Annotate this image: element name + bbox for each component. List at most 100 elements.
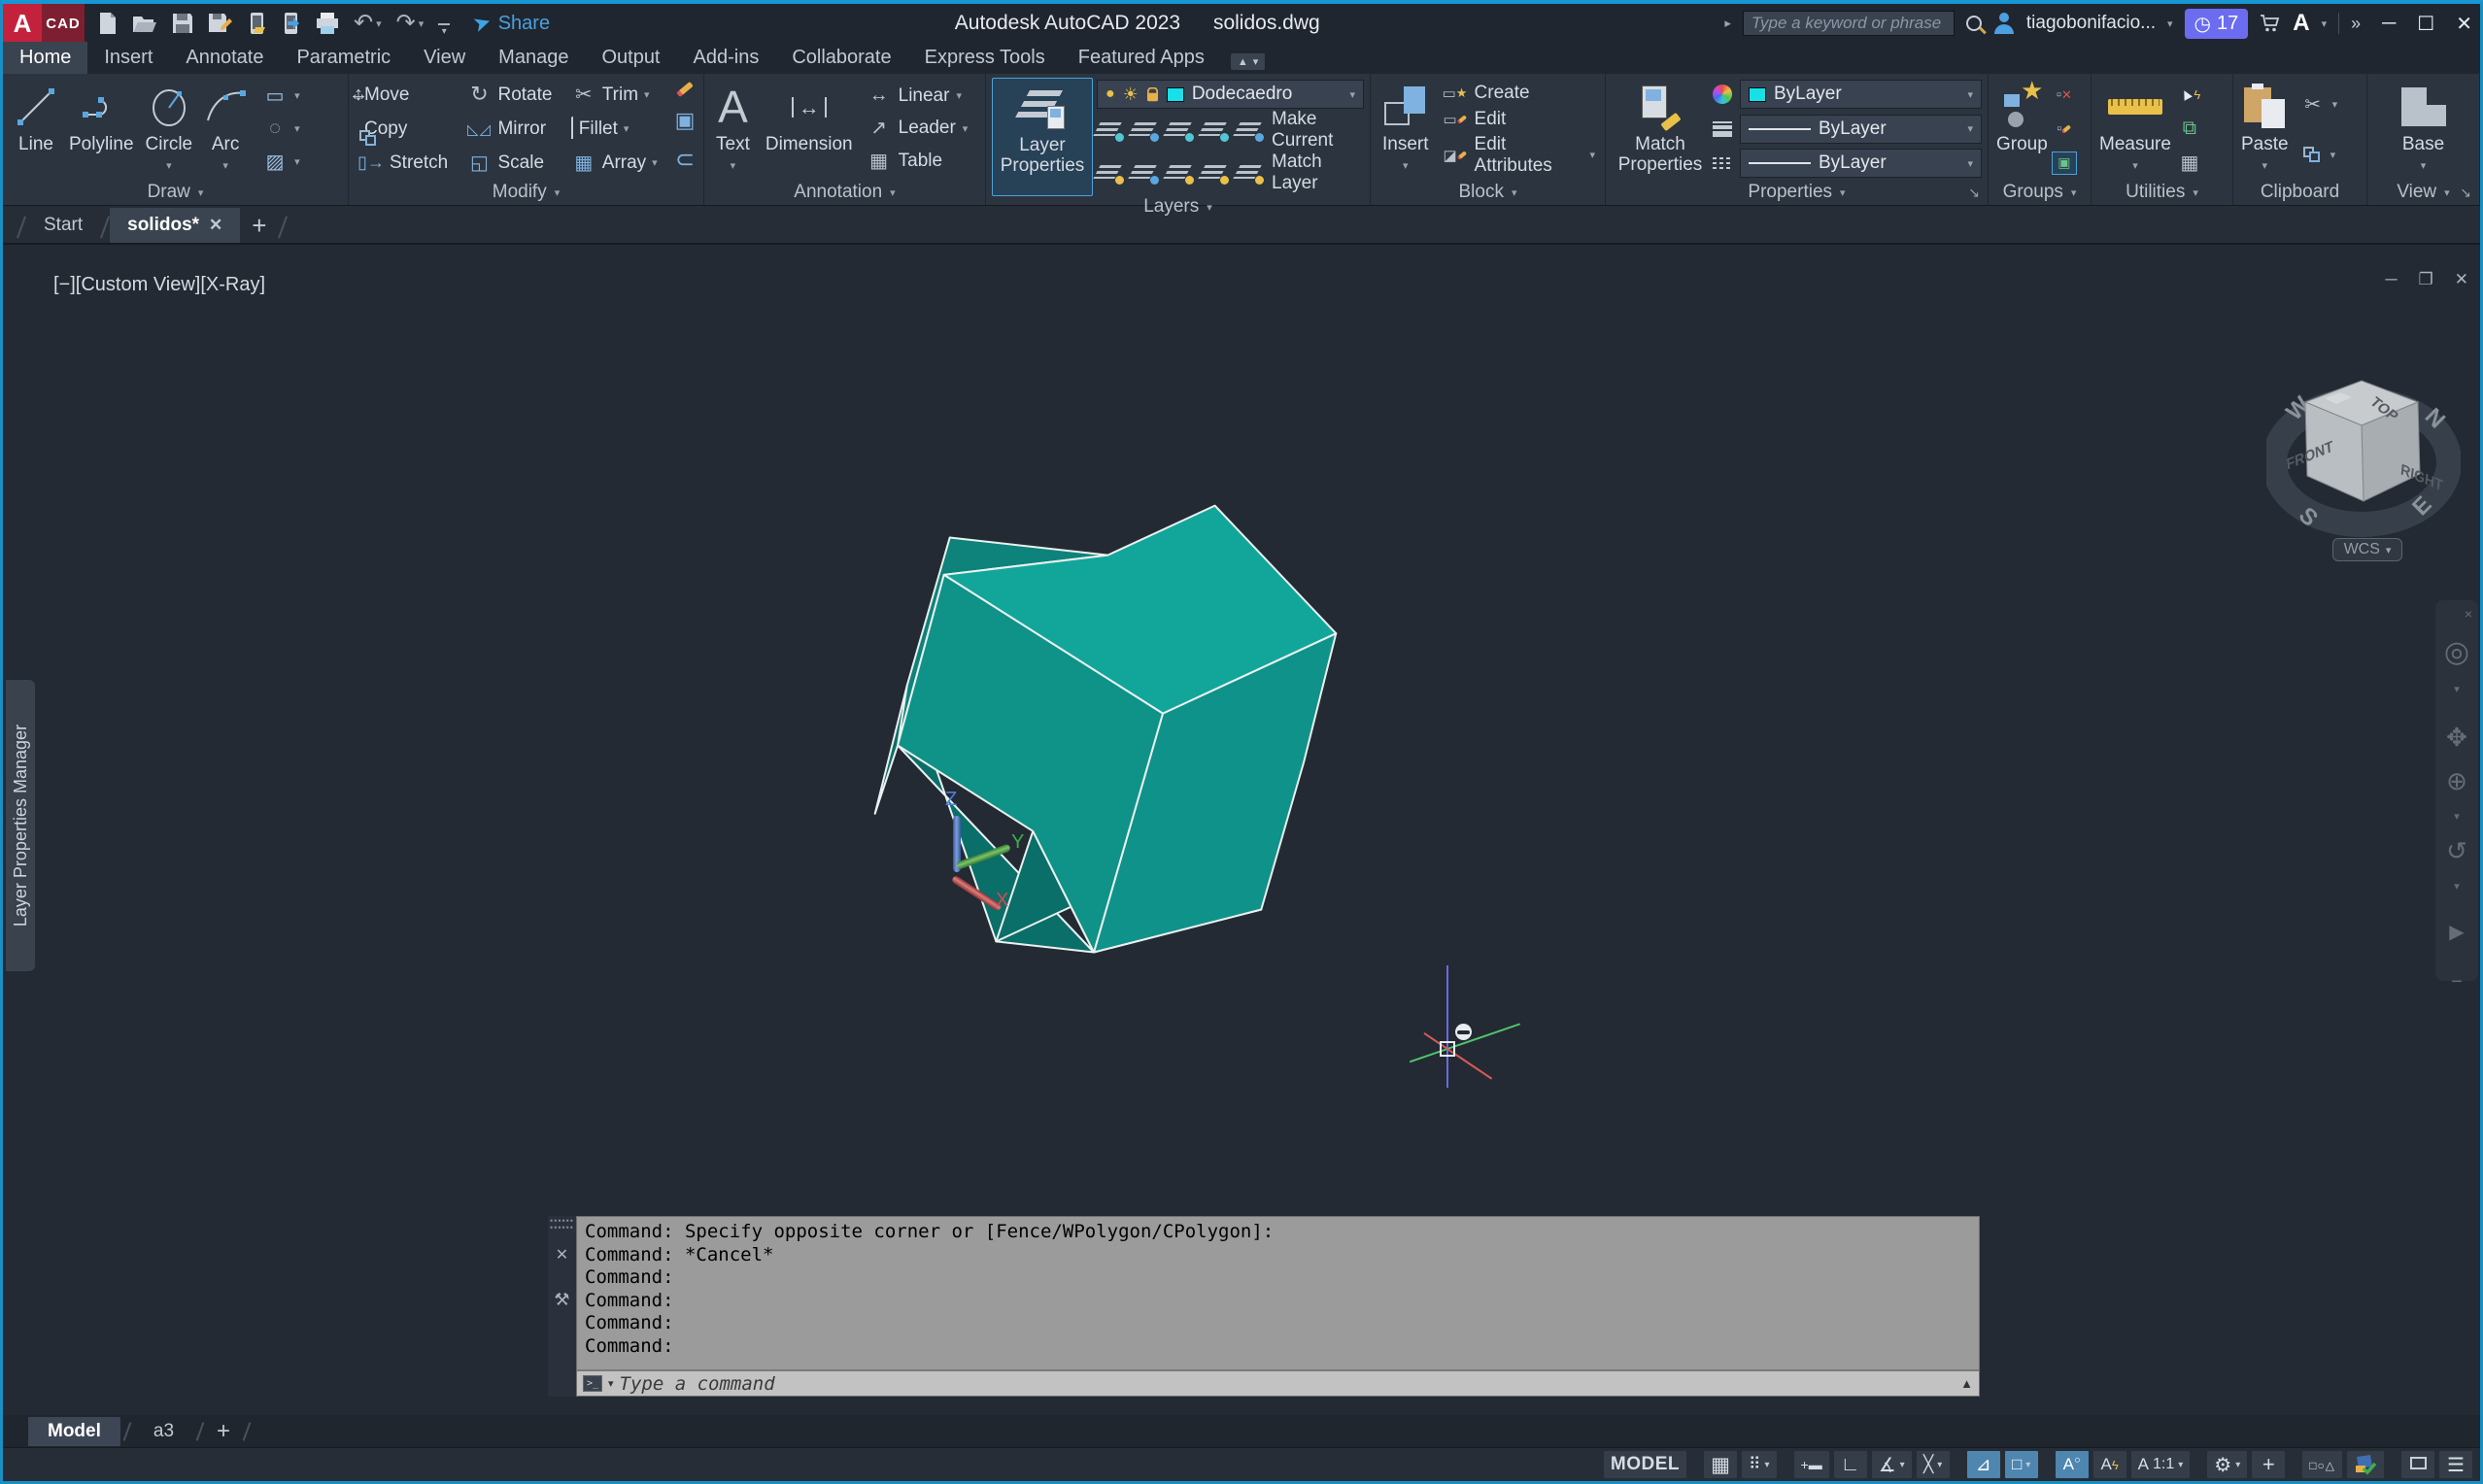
rectangle-button[interactable]: ▭▾ bbox=[258, 84, 304, 109]
tab-insert[interactable]: Insert bbox=[87, 42, 169, 74]
layout-tab-a3[interactable]: a3 bbox=[134, 1417, 193, 1446]
annotation-monitor-icon[interactable]: + bbox=[2252, 1451, 2285, 1478]
autodesk-app-caret-icon[interactable]: ▾ bbox=[2322, 17, 2328, 30]
text-button[interactable]: A Text ▾ bbox=[710, 78, 756, 180]
new-layout-button[interactable]: + bbox=[207, 1418, 240, 1445]
arc-button[interactable]: Arc▾ bbox=[198, 78, 253, 180]
file-tab-solidos[interactable]: solidos*✕ bbox=[110, 208, 240, 243]
ellipse-button[interactable]: ◌▾ bbox=[258, 116, 304, 141]
layer-select[interactable]: ● ☀ Dodecaedro ▾ bbox=[1097, 80, 1364, 109]
erase-icon[interactable] bbox=[676, 81, 694, 96]
panel-title-draw[interactable]: Draw▾ bbox=[3, 180, 348, 205]
navbar-close-icon[interactable]: × bbox=[2465, 606, 2472, 622]
drawing-area[interactable]: [−][Custom View][X-Ray] ─ ❐ ✕ Layer Prop… bbox=[3, 245, 2480, 1415]
tab-collaborate[interactable]: Collaborate bbox=[775, 42, 907, 74]
search-collapse-icon[interactable]: ▸ bbox=[1724, 16, 1731, 31]
copy-button[interactable]: Copy bbox=[355, 115, 459, 144]
layer-properties-manager-tab[interactable]: Layer Properties Manager bbox=[6, 680, 35, 971]
trim-button[interactable]: ✂Trim▾ bbox=[567, 81, 668, 110]
command-wrench-icon[interactable]: ⚒ bbox=[554, 1290, 569, 1310]
maximize-button[interactable]: ☐ bbox=[2417, 12, 2434, 36]
annotation-scale-button[interactable]: A1:1▾ bbox=[2131, 1451, 2191, 1478]
pan-icon[interactable]: ✥ bbox=[2446, 723, 2467, 753]
command-history[interactable]: Command: Specify opposite corner or [Fen… bbox=[577, 1217, 1979, 1369]
viewport-close-button[interactable]: ✕ bbox=[2455, 270, 2468, 289]
graphics-performance-icon[interactable] bbox=[2347, 1451, 2384, 1478]
view-dialog-launcher-icon[interactable]: ↘ bbox=[2460, 185, 2471, 201]
layer-vp-freeze-icon[interactable] bbox=[1167, 163, 1192, 183]
trial-countdown-badge[interactable]: ◷ 17 bbox=[2185, 9, 2249, 39]
fillet-button[interactable]: Fillet▾ bbox=[567, 115, 668, 144]
osnap-icon[interactable]: □▾ bbox=[2005, 1451, 2038, 1478]
isodraft-icon[interactable]: ╳▾ bbox=[1917, 1451, 1950, 1478]
user-name[interactable]: tiagobonifacio... bbox=[2026, 13, 2156, 34]
panel-title-layers[interactable]: Layers▾ bbox=[986, 196, 1370, 218]
redo-button[interactable]: ↷▾ bbox=[396, 12, 425, 35]
layer-isolate-icon[interactable] bbox=[1132, 120, 1157, 140]
tab-home[interactable]: Home bbox=[3, 42, 87, 74]
explode-icon[interactable]: ▣ bbox=[672, 109, 697, 132]
select-similar-icon[interactable]: ⧉ bbox=[2177, 118, 2202, 141]
edit-attributes-button[interactable]: ◪Edit Attributes▾ bbox=[1439, 133, 1599, 178]
snap-mode-icon[interactable]: ⠿▾ bbox=[1742, 1451, 1776, 1478]
create-button[interactable]: ▭★Create bbox=[1439, 81, 1599, 106]
insert-button[interactable]: Insert ▾ bbox=[1377, 78, 1435, 180]
table-button[interactable]: ▦Table bbox=[863, 149, 979, 175]
search-icon[interactable] bbox=[1966, 16, 1982, 31]
polar-tracking-icon[interactable]: ∡▾ bbox=[1872, 1451, 1912, 1478]
clean-screen-icon[interactable] bbox=[2401, 1451, 2434, 1478]
linetype-select[interactable]: ByLayer ▾ bbox=[1740, 149, 1982, 178]
save-to-mobile-button[interactable] bbox=[282, 12, 301, 35]
ungroup-icon[interactable]: ▫✕ bbox=[2052, 84, 2077, 107]
panel-title-modify[interactable]: Modify▾ bbox=[349, 180, 703, 205]
command-input[interactable] bbox=[620, 1373, 1956, 1395]
layer-on-icon[interactable] bbox=[1097, 163, 1122, 183]
command-recent-caret-icon[interactable]: ▾ bbox=[608, 1377, 614, 1390]
edit-button[interactable]: ▭Edit bbox=[1439, 107, 1599, 132]
dimension-button[interactable]: ↔ Dimension bbox=[760, 78, 859, 180]
circle-button[interactable]: Circle▾ bbox=[140, 78, 199, 180]
scale-button[interactable]: ◱Scale bbox=[462, 149, 562, 178]
group-edit-icon[interactable]: ▫ bbox=[2052, 118, 2077, 141]
autodesk-app-icon[interactable]: A bbox=[2293, 10, 2309, 37]
grid-icon[interactable]: ▦ bbox=[1704, 1451, 1737, 1478]
properties-dialog-launcher-icon[interactable]: ↘ bbox=[1968, 185, 1980, 201]
group-button[interactable]: ★ Group bbox=[1994, 78, 2050, 180]
layer-freeze-icon[interactable] bbox=[1167, 120, 1192, 140]
new-file-button[interactable] bbox=[98, 12, 118, 35]
paste-button[interactable]: Paste ▾ bbox=[2239, 78, 2291, 180]
annotation-visibility-icon[interactable]: A○ bbox=[2056, 1451, 2089, 1478]
dynamic-input-icon[interactable]: +▬ bbox=[1794, 1451, 1829, 1478]
panel-title-properties[interactable]: Properties▾ ↘ bbox=[1606, 180, 1988, 205]
layer-lock-icon[interactable] bbox=[1202, 120, 1227, 140]
hatch-button[interactable]: ▨▾ bbox=[258, 149, 304, 174]
tab-output[interactable]: Output bbox=[585, 42, 676, 74]
save-as-button[interactable] bbox=[208, 13, 233, 34]
file-tab-close-icon[interactable]: ✕ bbox=[209, 216, 222, 235]
layer-unlock-icon[interactable] bbox=[1202, 163, 1227, 183]
model-space-button[interactable]: MODEL bbox=[1604, 1451, 1686, 1478]
customization-icon[interactable]: ☰ bbox=[2439, 1451, 2472, 1478]
tab-add-ins[interactable]: Add-ins bbox=[677, 42, 776, 74]
search-input[interactable] bbox=[1743, 11, 1955, 36]
open-file-button[interactable] bbox=[132, 13, 157, 34]
tab-express-tools[interactable]: Express Tools bbox=[908, 42, 1062, 74]
stretch-button[interactable]: ▯→Stretch bbox=[355, 149, 459, 178]
share-button[interactable]: ➤ Share bbox=[473, 11, 550, 36]
tab-view[interactable]: View bbox=[407, 42, 482, 74]
command-expand-icon[interactable]: ▲ bbox=[1960, 1376, 1973, 1391]
open-from-mobile-button[interactable] bbox=[248, 12, 267, 35]
orbit-caret-icon[interactable]: ▾ bbox=[2454, 880, 2460, 893]
panel-title-block[interactable]: Block▾ bbox=[1371, 180, 1605, 205]
navbar-collapse-icon[interactable]: − bbox=[2451, 971, 2463, 994]
line-button[interactable]: Line▾ bbox=[9, 78, 63, 180]
plot-button[interactable] bbox=[316, 13, 339, 35]
showmotion-icon[interactable]: ▶ bbox=[2449, 920, 2464, 944]
object-color-select[interactable]: ByLayer ▾ bbox=[1740, 80, 1982, 109]
polyline-button[interactable]: Polyline▾ bbox=[63, 78, 140, 180]
base-button[interactable]: Base ▾ bbox=[2396, 78, 2452, 180]
undo-button[interactable]: ↶▾ bbox=[354, 12, 382, 35]
layer-off-icon[interactable] bbox=[1097, 120, 1122, 140]
viewport-minimize-button[interactable]: ─ bbox=[2385, 270, 2397, 289]
mirror-button[interactable]: ◺◿Mirror bbox=[462, 115, 562, 144]
